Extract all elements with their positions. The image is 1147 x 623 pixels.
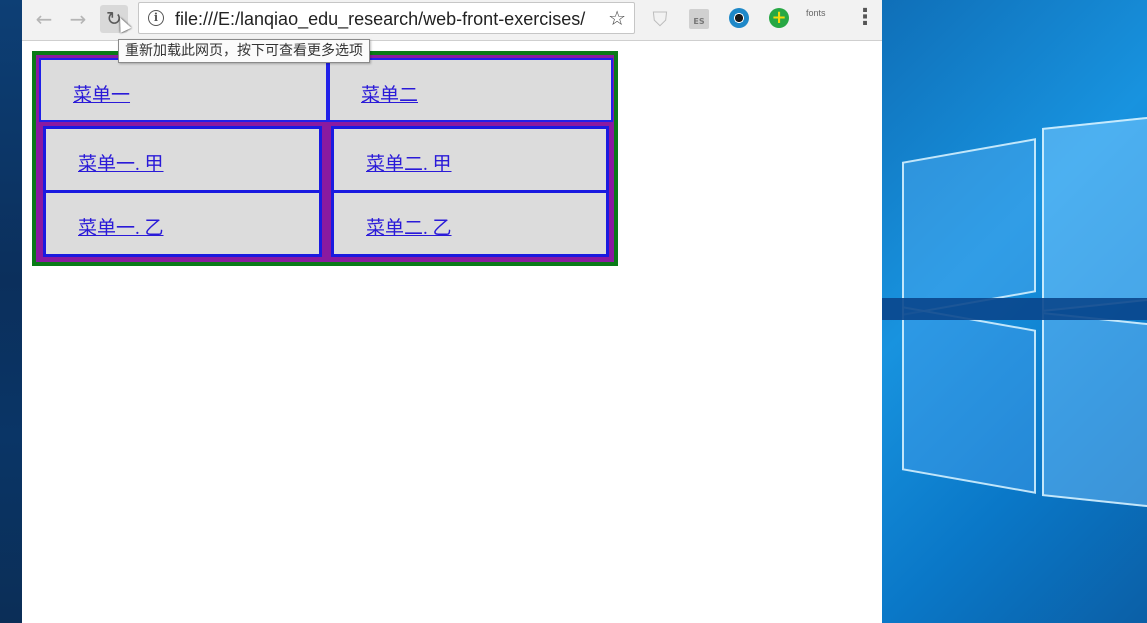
submenu-link-2-a[interactable]: 菜单二. 甲: [366, 149, 452, 176]
menu-link-2[interactable]: 菜单二: [361, 80, 418, 107]
wallpaper-divider: [882, 298, 1147, 320]
browser-menu-icon[interactable]: ⋮: [854, 4, 876, 32]
back-button[interactable]: ←: [30, 5, 58, 33]
address-bar[interactable]: i file:///E:/lanqiao_edu_research/web-fr…: [138, 2, 635, 34]
wallpaper-pane: [1042, 116, 1147, 312]
eye-extension-icon[interactable]: [729, 8, 749, 28]
browser-toolbar: ← → ↻ i file:///E:/lanqiao_edu_research/…: [22, 0, 882, 41]
url-text[interactable]: file:///E:/lanqiao_edu_research/web-fron…: [175, 7, 601, 31]
submenu-1: 菜单一. 甲 菜单一. 乙: [39, 122, 326, 259]
wallpaper-pane: [902, 138, 1036, 316]
shield-extension-icon[interactable]: ⛉: [649, 8, 671, 30]
menu-link-1[interactable]: 菜单一: [73, 80, 130, 107]
submenu-link-1-b[interactable]: 菜单一. 乙: [78, 213, 164, 240]
forward-button[interactable]: →: [64, 5, 92, 33]
desktop-background-left: [0, 0, 22, 623]
es-extension-icon[interactable]: ES: [689, 9, 709, 29]
wallpaper-pane: [1042, 312, 1147, 508]
submenu-2: 菜单二. 甲 菜单二. 乙: [327, 122, 613, 259]
fonts-extension-icon[interactable]: fonts: [806, 8, 834, 30]
page-content: 菜单一 菜单二 菜单一. 甲 菜单一. 乙 菜单二. 甲 菜单二. 乙: [22, 41, 882, 623]
plus-extension-icon[interactable]: +: [769, 8, 789, 28]
desktop-wallpaper: [882, 0, 1147, 623]
submenu-cell: 菜单一. 甲: [43, 126, 322, 193]
reload-tooltip: 重新加载此网页，按下可查看更多选项: [118, 39, 370, 63]
site-info-icon[interactable]: i: [148, 10, 164, 26]
menu-cell-1: 菜单一: [39, 58, 328, 122]
submenu-cell: 菜单二. 甲: [331, 126, 609, 193]
menu-cell-2: 菜单二: [326, 58, 613, 122]
forward-arrow-icon: →: [69, 7, 87, 31]
submenu-link-2-b[interactable]: 菜单二. 乙: [366, 213, 452, 240]
menu-table: 菜单一 菜单二 菜单一. 甲 菜单一. 乙 菜单二. 甲 菜单二. 乙: [32, 51, 618, 266]
back-arrow-icon: ←: [35, 7, 53, 31]
browser-window: ← → ↻ i file:///E:/lanqiao_edu_research/…: [22, 0, 882, 623]
bookmark-star-icon[interactable]: ☆: [608, 6, 626, 30]
submenu-cell: 菜单二. 乙: [331, 190, 609, 257]
submenu-link-1-a[interactable]: 菜单一. 甲: [78, 149, 164, 176]
wallpaper-pane: [902, 306, 1036, 494]
submenu-cell: 菜单一. 乙: [43, 190, 322, 257]
